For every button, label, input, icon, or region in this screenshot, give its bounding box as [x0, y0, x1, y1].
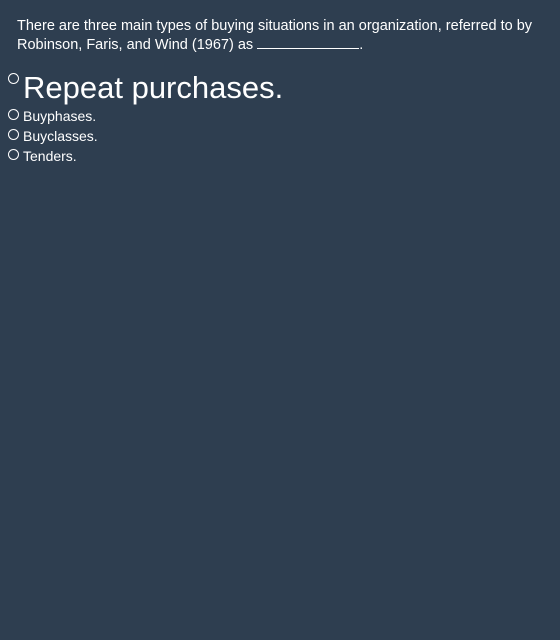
option-repeat-purchases[interactable]: Repeat purchases. [8, 70, 283, 106]
radio-button-icon[interactable] [8, 73, 19, 84]
option-label: Buyphases. [23, 108, 97, 124]
option-tenders[interactable]: Tenders. [8, 146, 283, 166]
radio-button-icon[interactable] [8, 129, 19, 140]
question-end-punct: . [359, 37, 364, 53]
option-label: Tenders. [23, 148, 77, 164]
option-buyclasses[interactable]: Buyclasses. [8, 126, 283, 146]
radio-button-icon[interactable] [8, 149, 19, 160]
radio-button-icon[interactable] [8, 109, 19, 120]
option-label: Repeat purchases. [23, 70, 284, 105]
question-text: There are three main types of buying sit… [17, 17, 537, 55]
answer-options: Repeat purchases. Buyphases. Buyclasses.… [8, 70, 283, 166]
option-buyphases[interactable]: Buyphases. [8, 106, 283, 126]
option-label: Buyclasses. [23, 128, 98, 144]
answer-blank [257, 36, 360, 49]
